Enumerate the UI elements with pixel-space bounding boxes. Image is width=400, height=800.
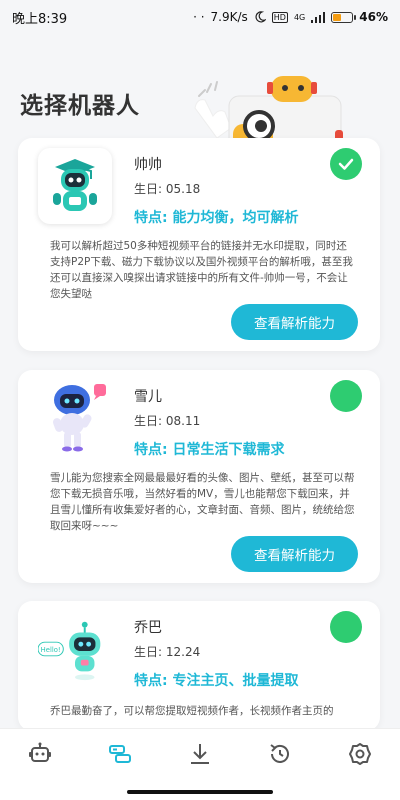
battery-fill [333,13,342,21]
parse-icon [109,745,131,763]
status-bar: 晚上8:39 · · 7.9K/s HD 4G 46% [0,0,400,34]
view-parse-ability-button[interactable]: 查看解析能力 [231,536,358,572]
robot-description: 我可以解析超过50多种短视频平台的链接并无水印提取，同时还支持P2P下载、磁力下… [50,240,353,300]
robot-card-shuaishuai[interactable]: 帅帅 生日: 05.18 特点: 能力均衡，均可解析 我可以解析超过50多种短视… [18,138,380,351]
robot-icon [29,742,51,762]
robot-feature: 特点: 能力均衡，均可解析 [134,210,299,226]
battery-text: 46% [359,10,388,24]
download-icon [191,744,209,764]
home-indicator[interactable] [127,790,273,794]
robot-qiaoba-icon: Hello! [38,621,101,681]
nav-download-tab[interactable] [180,734,220,774]
robot-card-xueer[interactable]: 雪儿 生日: 08.11 特点: 日常生活下载需求 雪儿能为您搜索全网最最最好看… [18,370,380,583]
status-dots: · · [193,10,205,24]
view-parse-ability-button[interactable]: 查看解析能力 [231,304,358,340]
history-icon [270,744,289,763]
select-robot-toggle[interactable] [330,380,362,412]
robot-avatar [38,380,112,456]
robot-card-qiaoba[interactable]: Hello! 乔巴 生日: 12.24 特点: 专注主页、批量提取 乔巴最勤奋了… [18,601,380,731]
robot-description: 雪儿能为您搜索全网最最最好看的头像、图片、壁纸，甚至可以帮您下载无损音乐哦，当然… [50,472,355,532]
hd-icon: HD [271,11,288,23]
nav-bar-area [0,778,400,800]
moon-icon [255,11,266,23]
battery-icon [331,11,357,23]
robot-shuaishuai-icon [53,159,97,211]
status-icons: · · 7.9K/s HD 4G 46% [193,10,388,24]
robot-name: 乔巴 [134,620,162,636]
robot-feature: 特点: 专注主页、批量提取 [134,673,299,689]
robot-birthday: 生日: 05.18 [134,182,201,196]
nav-parse-tab[interactable] [100,734,140,774]
signal-icon [311,11,326,23]
robot-name: 帅帅 [134,157,162,173]
selected-check-icon[interactable] [330,148,362,180]
robot-description: 乔巴最勤奋了，可以帮您提取短视频作者，长视频作者主页的 [50,705,334,717]
settings-icon [349,743,371,765]
robot-avatar [38,148,112,224]
robot-avatar: Hello! [38,611,112,687]
nav-robot-tab[interactable] [20,734,60,774]
page-title: 选择机器人 [20,93,140,119]
robot-badge-text: Hello! [41,646,61,654]
robot-birthday: 生日: 12.24 [134,645,201,659]
nav-history-tab[interactable] [260,734,300,774]
robot-feature: 特点: 日常生活下载需求 [134,442,285,458]
net-speed: 7.9K/s [210,10,248,24]
status-time: 晚上8:39 [12,11,68,27]
select-robot-toggle[interactable] [330,611,362,643]
robot-xueer-icon [52,384,106,452]
robot-name: 雪儿 [134,389,162,405]
bottom-nav [0,728,400,779]
network-label: 4G [293,12,306,22]
robot-birthday: 生日: 08.11 [134,414,201,428]
nav-settings-tab[interactable] [340,734,380,774]
